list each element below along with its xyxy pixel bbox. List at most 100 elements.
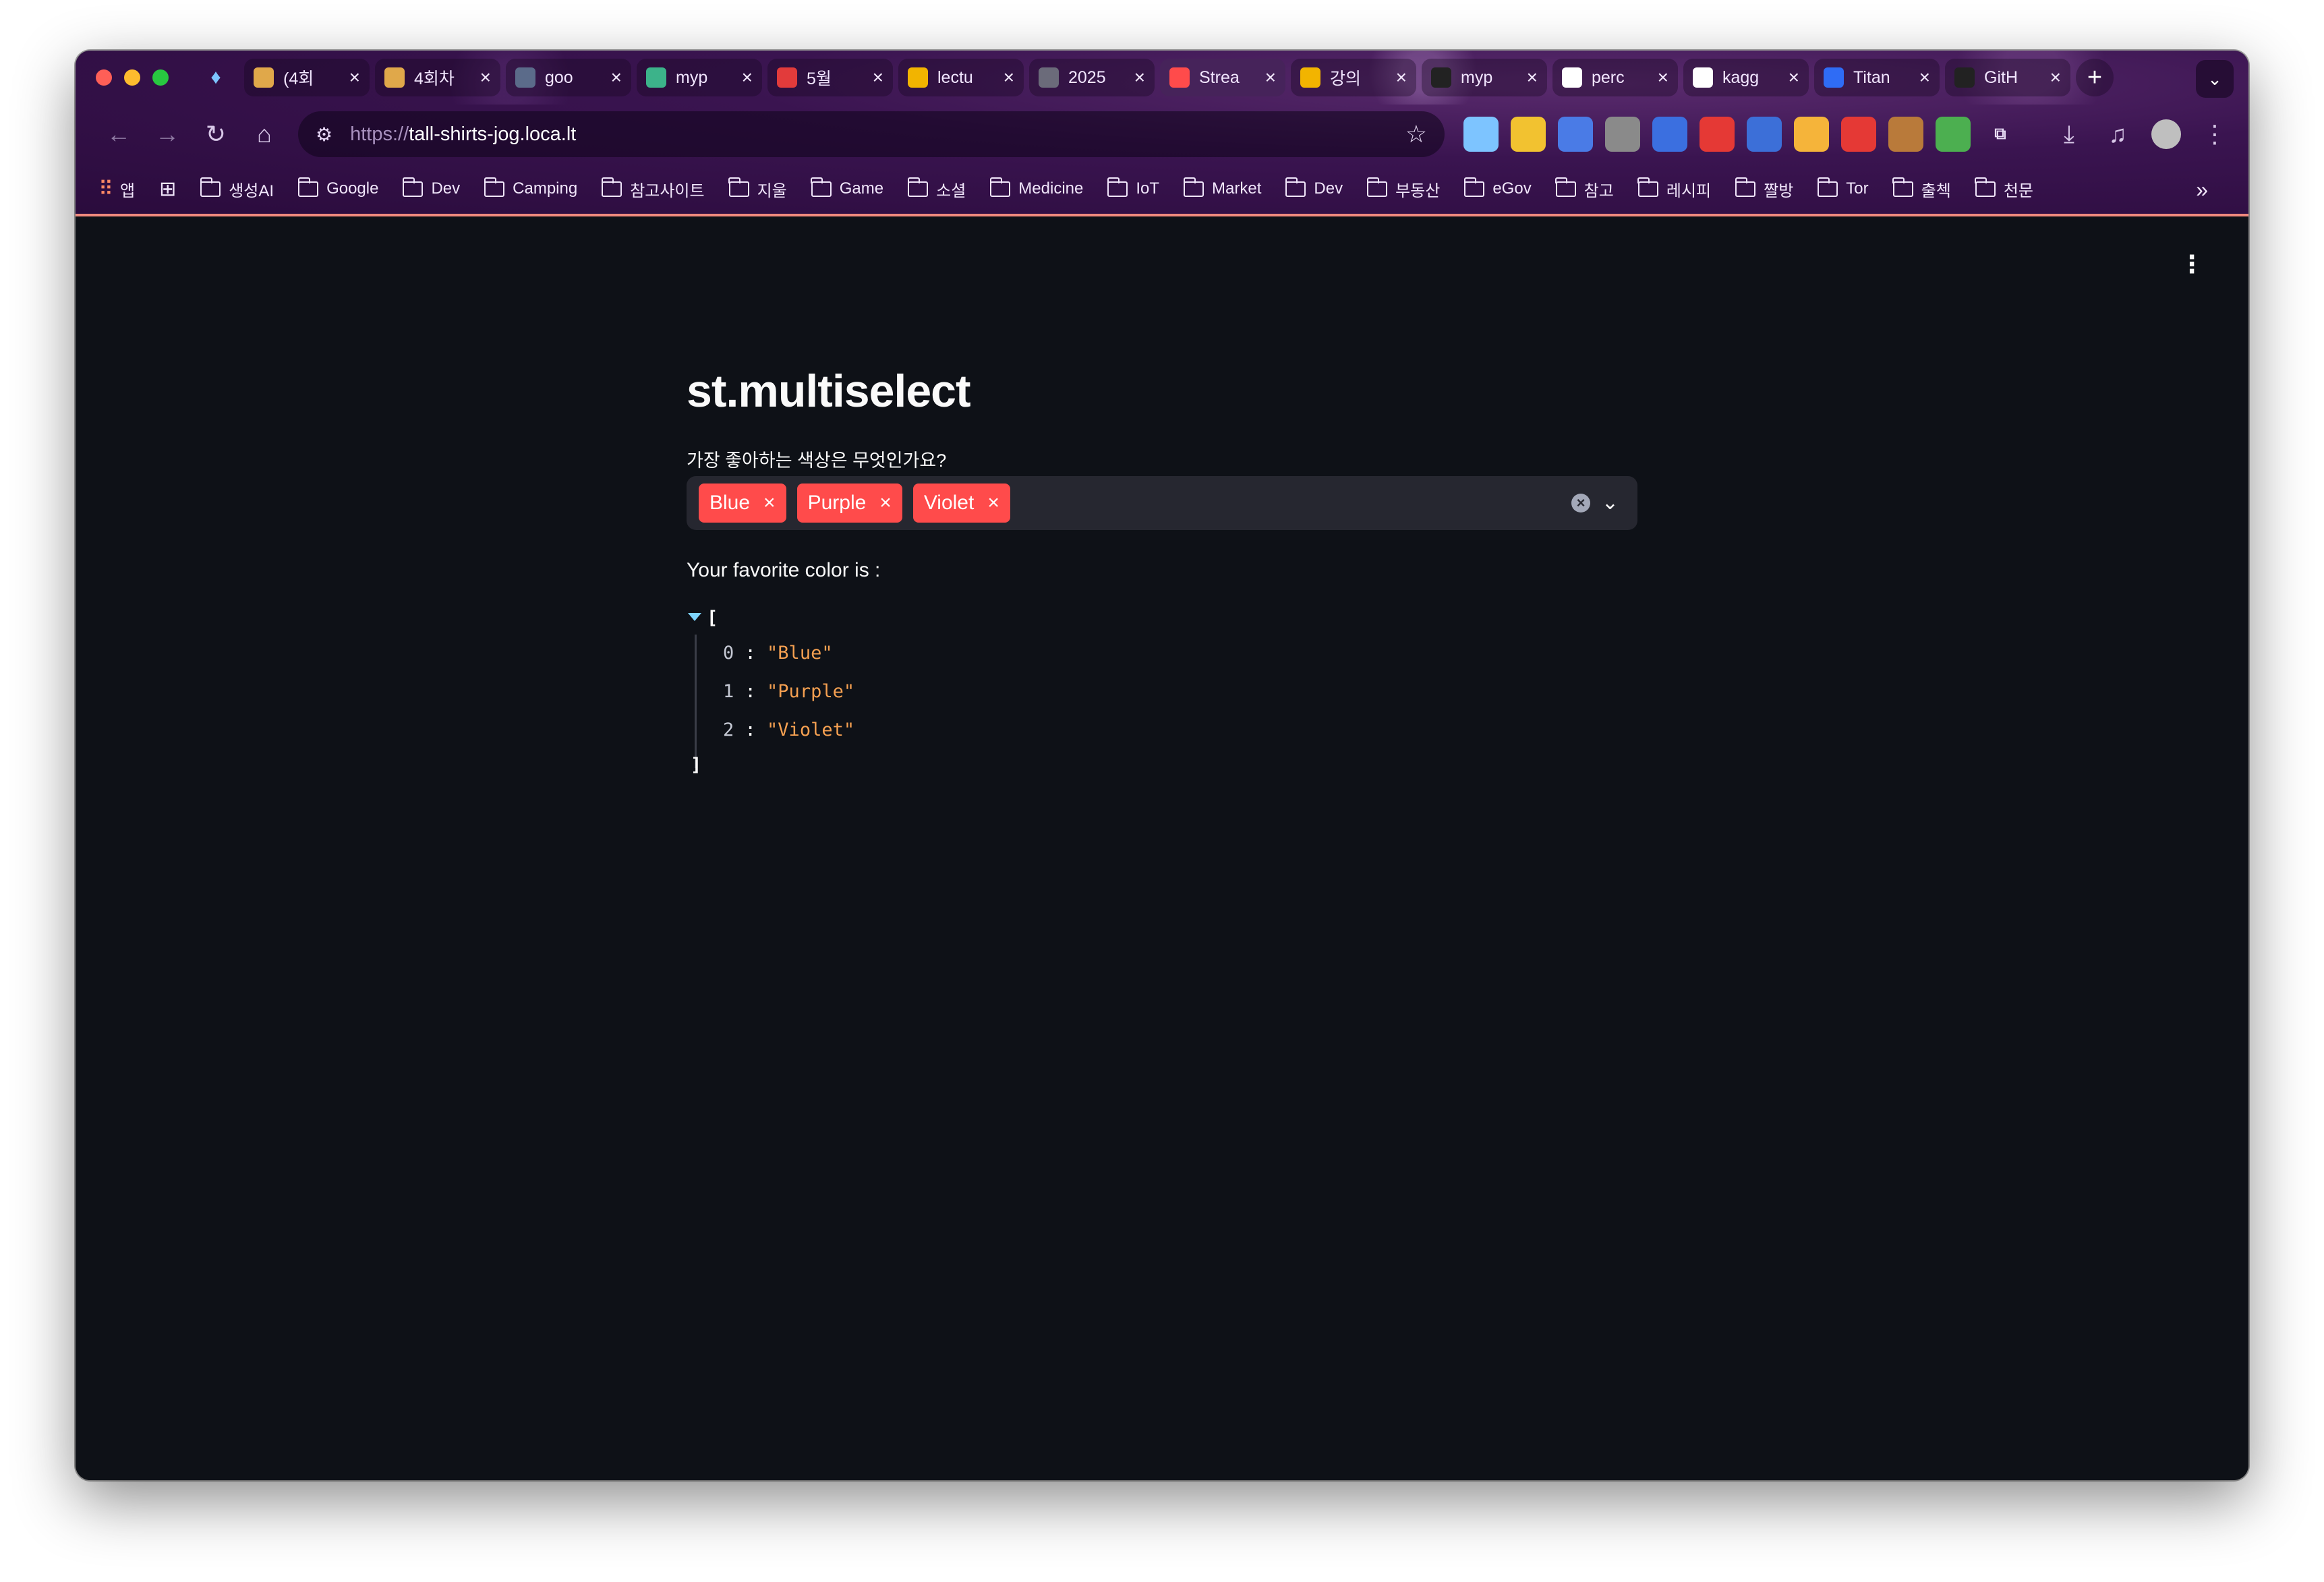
search-extension-icon[interactable] (1652, 117, 1687, 152)
bookmark-label: Dev (431, 179, 461, 198)
play-extension-icon[interactable] (1841, 117, 1876, 152)
bookmark-star-icon[interactable]: ☆ (1405, 120, 1427, 148)
close-tab-icon[interactable]: × (349, 67, 360, 88)
site-info-icon[interactable]: ⚙ (316, 123, 332, 146)
folder-icon (1285, 177, 1306, 197)
pinned-tab-gem-icon[interactable]: ♦ (194, 59, 237, 96)
home-button[interactable]: ⌂ (240, 110, 289, 158)
selected-option-chip[interactable]: Blue × (699, 484, 786, 523)
media-controls-icon[interactable]: ♫ (2093, 110, 2142, 158)
close-tab-icon[interactable]: × (611, 67, 622, 88)
bookmark-folder[interactable]: Game (811, 177, 883, 201)
bookmark-folder[interactable]: Dev (402, 177, 461, 201)
browser-tab[interactable]: perc × (1552, 59, 1678, 96)
note-extension-icon[interactable] (1511, 117, 1546, 152)
close-tab-icon[interactable]: × (1265, 67, 1276, 88)
close-tab-icon[interactable]: × (2050, 67, 2061, 88)
address-bar[interactable]: ⚙ https:// tall-shirts-jog.loca.lt ☆ (298, 111, 1445, 157)
output-label: Your favorite color is : (687, 559, 881, 581)
close-tab-icon[interactable]: × (1396, 67, 1407, 88)
browser-tab[interactable]: myp × (1422, 59, 1547, 96)
new-tab-button[interactable]: + (2076, 59, 2114, 96)
forward-button[interactable]: → (143, 110, 192, 158)
minimize-window-button[interactable] (124, 69, 140, 86)
bookmark-folder[interactable]: Google (297, 177, 378, 201)
remove-option-icon[interactable]: × (763, 492, 776, 515)
selected-option-chip[interactable]: Purple × (796, 484, 902, 523)
bookmark-folder[interactable]: IoT (1107, 177, 1159, 201)
bookmark-folder[interactable]: 소셜 (907, 177, 966, 201)
close-window-button[interactable] (96, 69, 112, 86)
bookmark-folder[interactable]: 참고 (1555, 177, 1614, 201)
browser-tab[interactable]: myp × (637, 59, 762, 96)
clear-all-icon[interactable]: × (1571, 494, 1590, 512)
download-icon[interactable]: ⤓ (2045, 110, 2093, 158)
bookmark-folder[interactable]: 레시피 (1637, 177, 1711, 201)
bookmark-folder[interactable]: 참고사이트 (601, 177, 705, 201)
bookmark-folder[interactable]: 천문 (1975, 177, 2033, 201)
browser-tab[interactable]: GitH × (1945, 59, 2070, 96)
folder-icon (907, 177, 929, 197)
browser-tab[interactable]: lectu × (898, 59, 1024, 96)
color-multiselect[interactable]: Blue × Purple × Violet × × ⌄ (687, 476, 1637, 530)
browser-tab[interactable]: (4회 × (244, 59, 370, 96)
browser-menu-icon[interactable]: ⋮ (2190, 110, 2239, 158)
bookmark-folder[interactable]: 출첵 (1892, 177, 1951, 201)
bookmark-folder[interactable]: 부동산 (1366, 177, 1440, 201)
browser-tab[interactable]: Titan × (1814, 59, 1940, 96)
bookmark-folder[interactable]: 지울 (728, 177, 787, 201)
browser-tab[interactable]: Strea × (1160, 59, 1285, 96)
browser-tab[interactable]: 5월 × (767, 59, 893, 96)
reload-button[interactable]: ↻ (192, 110, 240, 158)
browser-tab[interactable]: kagg × (1683, 59, 1809, 96)
profile-avatar[interactable] (2142, 110, 2190, 158)
json-row: 2 : "Violet" (723, 720, 854, 740)
circle-extension-icon[interactable] (1794, 117, 1829, 152)
close-tab-icon[interactable]: × (873, 67, 883, 88)
close-tab-icon[interactable]: × (1527, 67, 1538, 88)
browser-tab[interactable]: 4회차 × (375, 59, 500, 96)
bolt-extension-icon[interactable] (1700, 117, 1735, 152)
globe-extension-icon[interactable] (1936, 117, 1971, 152)
tab-title: myp (676, 67, 708, 87)
close-tab-icon[interactable]: × (742, 67, 753, 88)
bookmark-folder[interactable]: 생성AI (200, 177, 274, 201)
app-menu-icon[interactable]: ⋮ (2180, 250, 2204, 279)
bookmark-folder[interactable]: Dev (1285, 177, 1343, 201)
bookmark-folder[interactable]: Market (1183, 177, 1261, 201)
tab-groups-icon[interactable]: ⊞ (159, 177, 176, 201)
more-bookmarks-icon[interactable]: » (2196, 177, 2208, 202)
gem-extension-icon[interactable] (1463, 117, 1499, 152)
close-tab-icon[interactable]: × (1919, 67, 1930, 88)
s-extension-icon[interactable] (1747, 117, 1782, 152)
bookmark-apps[interactable]: ⠿ 앱 (98, 177, 135, 201)
folder-icon (1637, 177, 1658, 197)
close-tab-icon[interactable]: × (480, 67, 491, 88)
bookmark-folder[interactable]: Camping (484, 177, 577, 201)
close-tab-icon[interactable]: × (1789, 67, 1799, 88)
close-tab-icon[interactable]: × (1004, 67, 1014, 88)
remove-option-icon[interactable]: × (879, 492, 892, 515)
tab-search-button[interactable]: ⌄ (2196, 60, 2234, 98)
shield-extension-icon[interactable] (1605, 117, 1640, 152)
cookie-extension-icon[interactable] (1888, 117, 1923, 152)
chevron-down-icon[interactable]: ⌄ (1602, 491, 1619, 515)
tab-title: lectu (937, 67, 973, 87)
bookmark-folder[interactable]: Medicine (989, 177, 1083, 201)
bookmark-folder[interactable]: eGov (1463, 177, 1532, 201)
browser-tab[interactable]: goo × (506, 59, 631, 96)
bookmark-label: 짤방 (1764, 181, 1794, 200)
close-tab-icon[interactable]: × (1134, 67, 1145, 88)
bookmark-folder[interactable]: Tor (1817, 177, 1869, 201)
maximize-window-button[interactable] (152, 69, 169, 86)
bookmark-folder[interactable]: 짤방 (1735, 177, 1793, 201)
browser-tab[interactable]: 2025 × (1029, 59, 1155, 96)
close-tab-icon[interactable]: × (1658, 67, 1668, 88)
back-button[interactable]: ← (94, 110, 143, 158)
remove-option-icon[interactable]: × (987, 492, 999, 515)
translate-extension-icon[interactable] (1558, 117, 1593, 152)
extensions-puzzle-icon[interactable]: ⧉ (1983, 117, 2018, 152)
browser-tab[interactable]: 강의 × (1291, 59, 1416, 96)
collapse-toggle-icon[interactable] (688, 613, 701, 621)
selected-option-chip[interactable]: Violet × (912, 484, 1010, 523)
